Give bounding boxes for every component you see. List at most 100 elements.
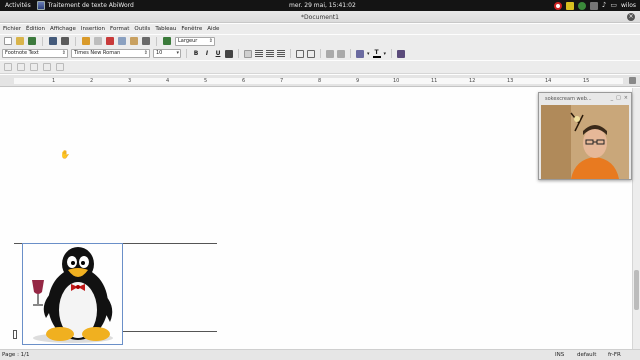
activities-button[interactable]: Activités	[0, 2, 37, 9]
align-center-icon	[255, 49, 263, 57]
cut-icon[interactable]	[106, 37, 114, 45]
menu-fichier[interactable]: Fichier	[3, 26, 21, 32]
toolbar-separator	[42, 36, 43, 46]
mouse-pointer-icon: ✋	[60, 150, 70, 159]
insert-image-icon[interactable]	[163, 37, 171, 45]
ruler-tick: 3	[128, 78, 132, 84]
chevron-down-icon[interactable]: ▾	[367, 51, 370, 57]
strikethrough-icon[interactable]	[225, 49, 233, 58]
close-window-button[interactable]: ×	[627, 13, 635, 21]
horizontal-ruler[interactable]: 1 2 3 4 5 6 7 8 9 10 11 12 13 14 15	[0, 75, 640, 87]
redo-icon[interactable]	[94, 37, 102, 45]
network-icon[interactable]	[577, 1, 586, 10]
app-menu[interactable]: Traitement de texte AbiWord	[36, 1, 134, 10]
tux-penguin-image[interactable]	[26, 246, 120, 344]
chevron-down-icon: ▾	[176, 50, 179, 56]
language: fr-FR	[608, 352, 621, 358]
table-row-icon[interactable]	[43, 63, 51, 71]
format-toolbar: Footnote Text ⇕ Times New Roman ⇕ 10 ▾ B I …	[0, 47, 640, 60]
copy-icon[interactable]	[118, 37, 126, 45]
record-icon[interactable]	[553, 1, 562, 10]
menu-bar: Fichier Édition Affichage Insertion Form…	[0, 24, 640, 34]
align-right-icon	[266, 49, 274, 57]
italic-button[interactable]: I	[203, 50, 211, 57]
webcam-title: sokexcream web...	[545, 96, 592, 102]
clock[interactable]: mer. 29 mai, 15:41:02	[289, 2, 356, 9]
align-right-button[interactable]	[266, 49, 274, 58]
close-icon: ×	[628, 13, 634, 20]
new-document-icon[interactable]	[4, 37, 12, 45]
volume-icon[interactable]: ♪	[602, 1, 606, 10]
align-center-button[interactable]	[255, 49, 263, 58]
bold-button[interactable]: B	[192, 50, 200, 57]
ruler-tick: 15	[583, 78, 590, 84]
font-select[interactable]: Times New Roman ⇕	[71, 49, 150, 58]
chevron-down-icon[interactable]: ▾	[384, 51, 387, 57]
open-folder-icon[interactable]	[16, 37, 24, 45]
keyboard-icon[interactable]	[589, 1, 598, 10]
style-value: Footnote Text	[5, 50, 39, 56]
maximize-icon[interactable]: □	[616, 95, 621, 101]
font-size-select[interactable]: 10 ▾	[153, 49, 181, 58]
merge-cells-icon[interactable]	[17, 63, 25, 71]
paint-format-icon[interactable]	[142, 37, 150, 45]
menu-aide[interactable]: Aide	[207, 26, 219, 32]
ruler-tick: 2	[90, 78, 94, 84]
battery-icon[interactable]: ▭	[610, 1, 617, 10]
numbered-list-icon[interactable]	[296, 49, 304, 58]
window-titlebar: *Document1 ×	[0, 11, 640, 23]
print-icon[interactable]	[49, 37, 57, 45]
zoom-select[interactable]: Largeur ⇕	[175, 36, 215, 46]
outdent-icon[interactable]	[326, 49, 334, 58]
app-name: Traitement de texte AbiWord	[47, 2, 134, 9]
scrollbar-thumb[interactable]	[634, 270, 639, 310]
close-icon[interactable]: ×	[624, 95, 628, 101]
ruler-tick: 4	[166, 78, 170, 84]
webcam-video	[541, 105, 629, 179]
insert-link-icon[interactable]	[397, 49, 406, 58]
highlight-color-icon[interactable]	[356, 49, 364, 58]
save-icon[interactable]	[28, 37, 36, 45]
page-count: Page : 1/1	[2, 352, 30, 358]
standard-toolbar: Largeur ⇕	[0, 35, 640, 47]
indent-icon[interactable]	[337, 49, 345, 58]
menu-edition[interactable]: Édition	[26, 26, 45, 32]
vertical-scrollbar[interactable]	[632, 88, 640, 349]
insert-mode: INS	[555, 352, 565, 358]
ruler-tick: 7	[280, 78, 284, 84]
webcam-window-buttons: _ □ ×	[611, 95, 628, 101]
webcam-window[interactable]: sokexcream web... _ □ ×	[538, 92, 632, 180]
align-justify-button[interactable]	[277, 49, 285, 58]
ruler-toggle-icon[interactable]	[629, 77, 636, 84]
underline-button[interactable]: U	[214, 50, 222, 57]
text-color-icon[interactable]: T	[372, 49, 381, 58]
menu-format[interactable]: Format	[110, 26, 129, 32]
system-tray: ♪ ▭ wilos	[553, 1, 636, 10]
print-preview-icon[interactable]	[61, 37, 69, 45]
user-name[interactable]: wilos	[621, 2, 636, 9]
warning-icon[interactable]	[565, 1, 574, 10]
chevron-down-icon: ⇕	[208, 37, 213, 44]
style-select[interactable]: Footnote Text ⇕	[2, 49, 68, 58]
menu-insertion[interactable]: Insertion	[81, 26, 105, 32]
ruler-tick: 5	[204, 78, 208, 84]
undo-icon[interactable]	[82, 37, 90, 45]
zoom-value: Largeur	[178, 37, 198, 44]
split-cells-icon[interactable]	[30, 63, 38, 71]
align-left-button[interactable]	[244, 49, 252, 58]
ruler-tick: 12	[469, 78, 476, 84]
ruler-tick: 11	[431, 78, 438, 84]
table-column-icon[interactable]	[56, 63, 64, 71]
minimize-icon[interactable]: _	[611, 95, 614, 101]
paste-icon[interactable]	[130, 37, 138, 45]
insert-table-icon[interactable]	[4, 63, 12, 71]
font-value: Times New Roman	[74, 50, 121, 56]
menu-tableau[interactable]: Tableau	[155, 26, 176, 32]
menu-fenetre[interactable]: Fenêtre	[181, 26, 202, 32]
margin-marker	[13, 330, 17, 339]
bullet-list-icon[interactable]	[307, 49, 315, 58]
document-title: *Document1	[301, 14, 339, 21]
menu-outils[interactable]: Outils	[134, 26, 150, 32]
table-toolbar	[0, 61, 640, 74]
menu-affichage[interactable]: Affichage	[50, 26, 76, 32]
